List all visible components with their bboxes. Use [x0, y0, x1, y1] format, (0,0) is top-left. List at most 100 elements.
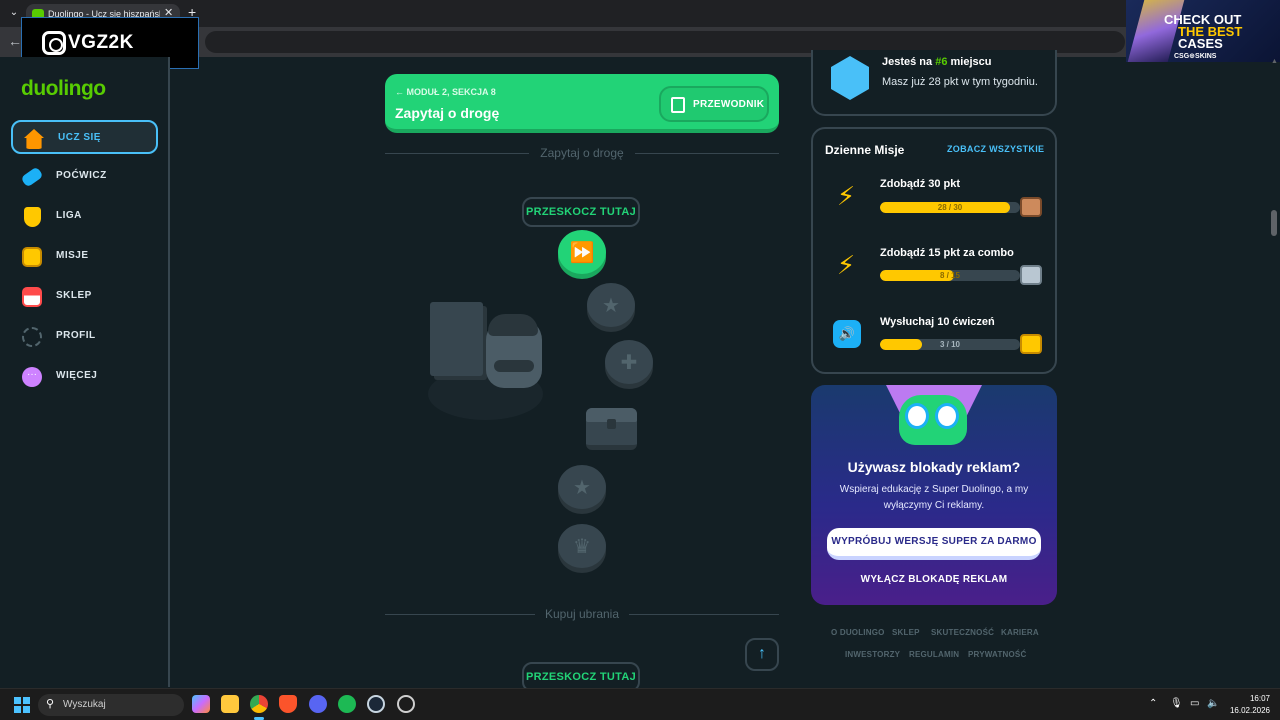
instagram-icon [42, 31, 66, 55]
reward-chest-locked[interactable] [586, 408, 637, 450]
unit-title: Zapytaj o drogę [395, 105, 500, 121]
footer-link[interactable]: O DUOLINGO [831, 628, 885, 637]
practice-node-locked[interactable]: ✚ [605, 340, 653, 384]
trophy-icon: ♛ [573, 536, 591, 558]
sidebar-item-label: MISJE [56, 250, 89, 261]
tray-overflow-chevron-icon[interactable]: ⌃ [1149, 698, 1157, 709]
sidebar-item-league[interactable]: LIGA [11, 200, 158, 234]
bronze-chest-icon [1020, 197, 1042, 217]
footer-link[interactable]: SKLEP [892, 628, 920, 637]
sidebar-item-missions[interactable]: MISJE [11, 240, 158, 274]
sidebar-item-shop[interactable]: SKLEP [11, 280, 158, 314]
lesson-node-locked[interactable]: ★ [558, 465, 606, 509]
league-rank-prefix: Jesteś na [882, 56, 936, 68]
tab-search-menu-icon[interactable]: ⌄ [6, 5, 22, 21]
lesson-node-jump[interactable]: ⏩ [558, 230, 606, 274]
sidebar: duolingo UCZ SIĘ POĆWICZ LIGA MISJE SKLE… [0, 57, 170, 687]
display-icon[interactable]: ▭ [1190, 698, 1199, 709]
unit-banner: ← MODUŁ 2, SEKCJA 8 Zapytaj o drogę PRZE… [385, 74, 779, 133]
notebook-icon [671, 97, 685, 113]
sidebar-item-profile[interactable]: PROFIL [11, 320, 158, 354]
microphone-icon[interactable]: 🎙 [1170, 698, 1183, 709]
mission-progress-bar: 3 / 10 [880, 339, 1020, 350]
section-divider-right [629, 614, 779, 615]
chrome-icon[interactable] [250, 695, 268, 713]
mission-title: Zdobądź 15 pkt za combo [880, 247, 1014, 259]
mission-title: Wysłuchaj 10 ćwiczeń [880, 316, 995, 328]
spotify-icon[interactable] [338, 695, 356, 713]
sidebar-item-label: LIGA [56, 210, 82, 221]
unit-subtitle[interactable]: ← MODUŁ 2, SEKCJA 8 [395, 87, 496, 97]
brave-icon[interactable] [279, 695, 297, 713]
page-scrollbar-thumb[interactable] [1271, 210, 1277, 236]
back-arrow-icon[interactable]: ← [8, 33, 22, 49]
league-rank-text: Jesteś na #6 miejscu [882, 56, 991, 68]
home-icon [24, 129, 44, 149]
search-icon: ⚲ [46, 698, 55, 710]
scroll-to-top-button[interactable]: ↑ [745, 638, 779, 671]
sidebar-item-more[interactable]: ··· WIĘCEJ [11, 360, 158, 394]
try-super-button[interactable]: WYPRÓBUJ WERSJĘ SUPER ZA DARMO [827, 528, 1041, 560]
section-divider-right [635, 153, 779, 154]
sidebar-item-learn[interactable]: UCZ SIĘ [11, 120, 158, 154]
mission-progress-text: 28 / 30 [937, 203, 963, 212]
mission-progress-text: 3 / 10 [939, 340, 960, 349]
clock-date: 16.02.2026 [1229, 706, 1270, 715]
duolingo-logo[interactable]: duolingo [21, 77, 106, 101]
taskbar-clock[interactable]: 16:07 16.02.2026 [1226, 693, 1270, 717]
footer-link[interactable]: INWESTORZY [845, 650, 900, 659]
streamer-name: VGZ2K [68, 32, 134, 53]
guidebook-button[interactable]: PRZEWODNIK [659, 86, 769, 122]
footer-link[interactable]: SKUTECZNOŚĆ [931, 628, 994, 637]
chest-lock-icon [607, 419, 616, 429]
adblock-promo-card: Używasz blokady reklam? Wspieraj edukacj… [811, 385, 1057, 605]
duo-owl-icon [899, 395, 967, 445]
sidebar-item-label: PROFIL [56, 330, 96, 341]
daily-missions-card: Dzienne Misje ZOBACZ WSZYSTKIE ⚡ Zdobądź… [811, 127, 1057, 374]
lesson-node-locked[interactable]: ★ [587, 283, 635, 327]
promo-title: Używasz blokady reklam? [847, 459, 1021, 475]
copilot-icon[interactable] [192, 695, 210, 713]
footer-link[interactable]: REGULAMIN [909, 650, 959, 659]
skip-here-tooltip[interactable]: PRZESKOCZ TUTAJ [522, 197, 640, 227]
dumbbell-icon [20, 166, 44, 188]
gold-chest-icon [1020, 334, 1042, 354]
sidebar-item-practice[interactable]: POĆWICZ [11, 160, 158, 194]
clock-time: 16:07 [1249, 694, 1270, 703]
section-divider-left [385, 153, 529, 154]
taskbar-search[interactable]: ⚲ Wyszukaj [38, 694, 184, 716]
dumbbell-icon: ✚ [620, 352, 638, 374]
door-illustration [430, 302, 483, 376]
guidebook-label: PRZEWODNIK [693, 99, 765, 110]
csgoskins-ad[interactable]: CHECK OUT THE BEST CASES CSG⊕SKINS [1126, 0, 1280, 62]
owl-eye-left [905, 403, 929, 429]
disable-adblock-link[interactable]: WYŁĄCZ BLOKADĘ REKLAM [811, 574, 1057, 585]
volume-icon[interactable]: 🔈 [1207, 698, 1219, 709]
missions-title: Dzienne Misje [825, 143, 905, 157]
discord-icon[interactable] [309, 695, 327, 713]
see-all-missions-link[interactable]: ZOBACZ WSZYSTKIE [947, 144, 1044, 154]
steam-icon[interactable] [367, 695, 385, 713]
bolt-icon: ⚡ [836, 181, 856, 211]
trophy-node-locked[interactable]: ♛ [558, 524, 606, 568]
shop-icon [22, 287, 42, 307]
obs-icon[interactable] [397, 695, 415, 713]
character-mustache [494, 360, 534, 372]
footer-link[interactable]: KARIERA [1001, 628, 1039, 637]
league-card: Jesteś na #6 miejscu Masz już 28 pkt w t… [811, 50, 1057, 116]
bolt-icon: ⚡ [836, 250, 856, 280]
file-explorer-icon[interactable] [221, 695, 239, 713]
mission-title: Zdobądź 30 pkt [880, 178, 961, 190]
scroll-up-arrow-icon[interactable]: ▲ [1271, 58, 1278, 65]
ad-line-3: CASES [1178, 36, 1223, 51]
promo-text: Wspieraj edukację z Super Duolingo, a my… [839, 484, 1029, 511]
league-badge-icon [831, 56, 869, 100]
owl-eye-right [935, 403, 959, 429]
windows-start-icon[interactable] [14, 697, 30, 713]
ad-brand: CSG⊕SKINS [1174, 53, 1217, 60]
footer-link[interactable]: PRYWATNOŚĆ [968, 650, 1026, 659]
star-icon: ★ [573, 477, 591, 499]
unit-subtitle-text: MODUŁ 2, SEKCJA 8 [406, 87, 496, 97]
silver-chest-icon [1020, 265, 1042, 285]
character-hair [488, 314, 538, 336]
